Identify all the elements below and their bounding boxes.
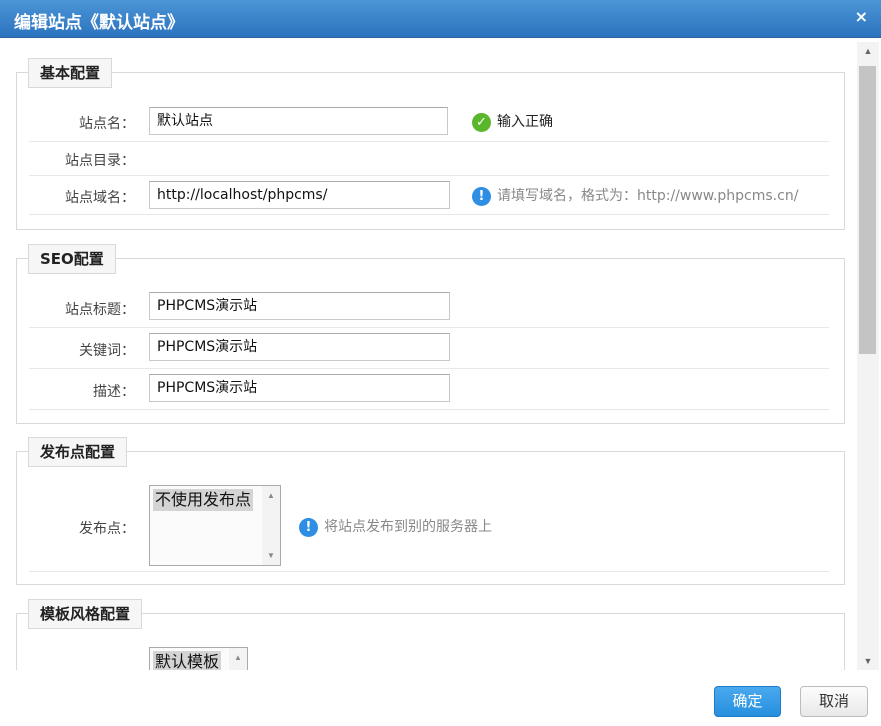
release-point-option[interactable]: 不使用发布点: [153, 489, 254, 511]
template-style-section: 模板风格配置 默认模板 ▲: [16, 599, 845, 670]
form-row-site-dir: 站点目录：: [29, 142, 829, 176]
description-input[interactable]: PHPCMS演示站: [149, 374, 450, 402]
site-name-input[interactable]: 默认站点: [149, 107, 448, 135]
form-row-release-point: 发布点： 不使用发布点 ▲ ▼ ! 将站点发布到别的服务器上: [29, 480, 829, 572]
listbox-scrollbar[interactable]: ▲: [229, 648, 247, 670]
site-name-tip-text: 输入正确: [497, 114, 553, 130]
check-circle-icon: ✓: [472, 112, 491, 132]
release-point-tip-text: 将站点发布到别的服务器上: [324, 519, 492, 535]
site-domain-label: 站点域名：: [65, 190, 135, 206]
dialog-title: 编辑站点《默认站点》: [14, 13, 184, 33]
site-title-label: 站点标题：: [65, 302, 135, 318]
form-row-site-name: 站点名： 默认站点 ✓ 输入正确: [29, 103, 829, 142]
scroll-down-icon[interactable]: ▼: [262, 551, 280, 560]
basic-config-section: 基本配置 站点名： 默认站点 ✓ 输入正确 站点目录： 站点域名： http://…: [16, 58, 845, 230]
info-circle-icon: !: [472, 186, 491, 206]
site-domain-tip: ! 请填写域名，格式为：http://www.phpcms.cn/: [472, 185, 798, 206]
close-icon[interactable]: ×: [855, 7, 868, 26]
release-point-select[interactable]: 不使用发布点 ▲ ▼: [149, 485, 281, 566]
site-domain-tip-text: 请填写域名，格式为：http://www.phpcms.cn/: [497, 188, 799, 204]
release-point-section: 发布点配置 发布点： 不使用发布点 ▲ ▼ ! 将站点发布到别的服务器上: [16, 437, 845, 585]
site-name-tip: ✓ 输入正确: [472, 111, 553, 132]
section-legend: 发布点配置: [28, 437, 128, 467]
dialog-content: 基本配置 站点名： 默认站点 ✓ 输入正确 站点目录： 站点域名： http://…: [0, 38, 856, 670]
keywords-label: 关键词：: [79, 343, 135, 359]
cancel-button[interactable]: 取消: [800, 686, 868, 717]
site-domain-input[interactable]: http://localhost/phpcms/: [149, 181, 450, 209]
keywords-input[interactable]: PHPCMS演示站: [149, 333, 450, 361]
scroll-up-icon[interactable]: ▲: [262, 491, 280, 500]
form-row-site-domain: 站点域名： http://localhost/phpcms/ ! 请填写域名，格式…: [29, 176, 829, 215]
release-point-label: 发布点：: [79, 521, 135, 537]
description-label: 描述：: [93, 384, 135, 400]
template-option[interactable]: 默认模板: [153, 651, 222, 670]
form-row-site-title: 站点标题： PHPCMS演示站: [29, 287, 829, 328]
scrollbar-thumb[interactable]: [859, 66, 876, 354]
section-legend: SEO配置: [28, 244, 116, 274]
scroll-up-icon[interactable]: ▲: [229, 653, 247, 662]
dialog-title-bar: 编辑站点《默认站点》 ×: [0, 0, 881, 38]
template-select[interactable]: 默认模板 ▲: [149, 647, 248, 670]
listbox-scrollbar[interactable]: ▲ ▼: [262, 486, 280, 565]
form-row-description: 描述： PHPCMS演示站: [29, 369, 829, 410]
info-circle-icon: !: [299, 517, 318, 537]
scroll-down-icon[interactable]: ▼: [857, 654, 879, 668]
section-legend: 模板风格配置: [28, 599, 143, 629]
scroll-up-icon[interactable]: ▲: [857, 44, 879, 58]
confirm-button[interactable]: 确定: [714, 686, 781, 717]
site-title-input[interactable]: PHPCMS演示站: [149, 292, 450, 320]
site-dir-label: 站点目录：: [65, 153, 135, 169]
site-name-label: 站点名：: [79, 116, 135, 132]
release-point-tip: ! 将站点发布到别的服务器上: [299, 516, 492, 537]
content-scrollbar[interactable]: ▲ ▼: [857, 42, 879, 670]
form-row-keywords: 关键词： PHPCMS演示站: [29, 328, 829, 369]
dialog-footer: 确定 取消: [0, 672, 881, 726]
section-legend: 基本配置: [28, 58, 113, 88]
seo-config-section: SEO配置 站点标题： PHPCMS演示站 关键词： PHPCMS演示站 描述：…: [16, 244, 845, 424]
